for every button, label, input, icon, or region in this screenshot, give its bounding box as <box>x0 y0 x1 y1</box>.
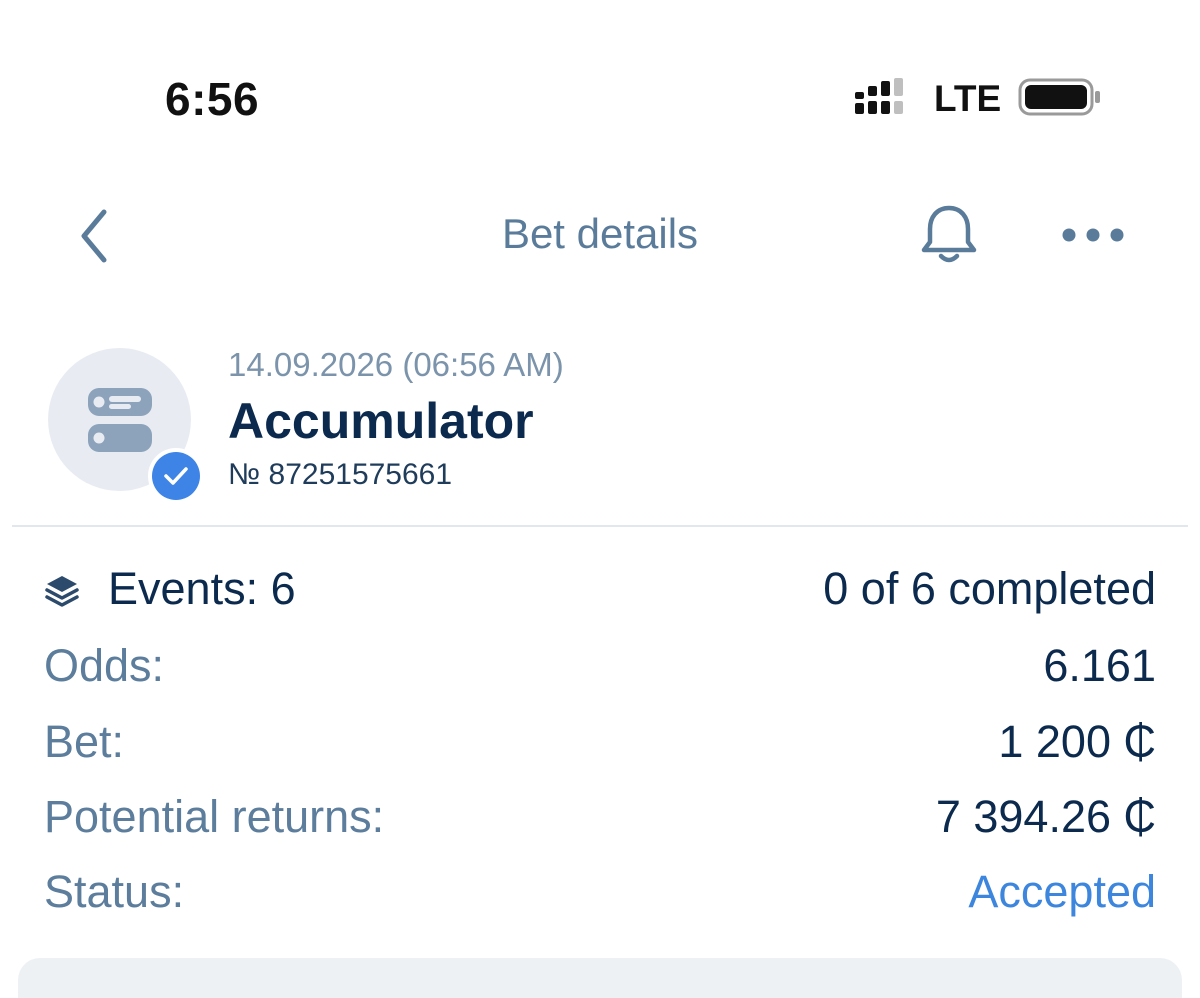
page-title: Bet details <box>501 210 699 257</box>
layers-icon <box>44 573 80 609</box>
potential-returns-label: Potential returns: <box>44 791 385 842</box>
bell-icon <box>921 205 977 263</box>
next-section-card <box>18 958 1182 998</box>
status-label: Status: <box>44 866 185 917</box>
odds-value: 6.161 <box>1043 640 1156 691</box>
accumulator-icon <box>88 388 152 452</box>
bet-type-title: Accumulator <box>228 393 534 449</box>
bet-amount-label: Bet: <box>44 716 125 767</box>
bet-amount-value: 1 200 ₵ <box>998 716 1156 767</box>
divider <box>12 525 1188 527</box>
bet-date: 14.09.2026 (06:56 AM) <box>228 346 564 383</box>
cellular-signal-icon <box>853 78 913 118</box>
notifications-button[interactable] <box>914 198 984 272</box>
more-horizontal-icon <box>1062 228 1124 242</box>
chevron-left-icon <box>81 209 107 263</box>
status-value: Accepted <box>968 866 1156 917</box>
status-time: 6:56 <box>165 73 260 125</box>
network-type: LTE <box>934 78 1002 119</box>
checkmark-icon <box>164 467 188 485</box>
back-button[interactable] <box>62 200 126 272</box>
events-count: Events: 6 <box>108 563 296 614</box>
odds-label: Odds: <box>44 640 165 691</box>
battery-icon <box>1018 78 1103 118</box>
more-options-button[interactable] <box>1050 205 1136 265</box>
verified-badge <box>148 448 204 504</box>
events-completed: 0 of 6 completed <box>823 563 1156 614</box>
bet-number: № 87251575661 <box>228 458 453 491</box>
potential-returns-value: 7 394.26 ₵ <box>935 791 1156 842</box>
